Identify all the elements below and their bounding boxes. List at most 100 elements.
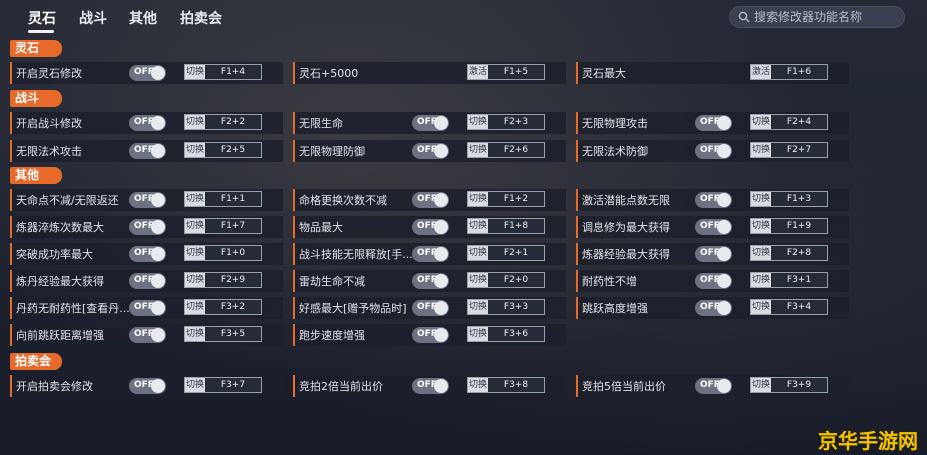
toggle-switch[interactable]: OFF [695, 219, 732, 235]
hotkey-combo: F1+5 [503, 67, 529, 77]
search-input[interactable] [754, 9, 902, 25]
toggle-switch[interactable]: OFF [412, 143, 449, 159]
cheat-row: 炼器淬炼次数最大 OFF 切换 F1+7 [10, 216, 283, 238]
hotkey-action-label: 切换 [468, 192, 488, 206]
cheat-label: 无限物理防御 [299, 145, 365, 158]
toggle-switch[interactable]: OFF [412, 192, 449, 208]
hotkey-box[interactable]: 切换 F2+4 [750, 114, 828, 130]
toggle-switch[interactable]: OFF [129, 192, 166, 208]
cheat-row: 竞拍2倍当前出价 OFF 切换 F3+8 [293, 375, 566, 397]
hotkey-box[interactable]: 切换 F1+3 [750, 191, 828, 207]
hotkey-box[interactable]: 切换 F2+1 [467, 245, 545, 261]
hotkey-box[interactable]: 切换 F3+7 [184, 377, 262, 393]
hotkey-box[interactable]: 切换 F3+3 [467, 299, 545, 315]
hotkey-box[interactable]: 切换 F2+6 [467, 142, 545, 158]
hotkey-action-label: 切换 [751, 300, 771, 314]
toggle-knob [717, 144, 731, 158]
hotkey-box[interactable]: 切换 F3+9 [750, 377, 828, 393]
hotkey-action-label: 切换 [751, 378, 771, 392]
cheat-row: 竞拍5倍当前出价 OFF 切换 F3+9 [576, 375, 849, 397]
hotkey-box[interactable]: 激活 F1+6 [750, 64, 828, 80]
toggle-switch[interactable]: OFF [129, 327, 166, 343]
hotkey-combo: F2+0 [503, 275, 529, 285]
hotkey-box[interactable]: 切换 F3+1 [750, 272, 828, 288]
hotkey-combo: F1+8 [503, 221, 529, 231]
cheat-label: 无限法术防御 [582, 145, 648, 158]
toggle-switch[interactable]: OFF [695, 192, 732, 208]
hotkey-box[interactable]: 切换 F2+7 [750, 142, 828, 158]
hotkey-box[interactable]: 切换 F1+4 [184, 64, 262, 80]
hotkey-box[interactable]: 切换 F1+2 [467, 191, 545, 207]
hotkey-combo: F2+6 [503, 145, 529, 155]
toggle-switch[interactable]: OFF [129, 300, 166, 316]
cheat-label: 跑步速度增强 [299, 329, 365, 342]
hotkey-action-label: 切换 [751, 143, 771, 157]
cheat-row: 开启拍卖会修改 OFF 切换 F3+7 [10, 375, 283, 397]
hotkey-action-label: 切换 [185, 378, 205, 392]
toggle-switch[interactable]: OFF [695, 378, 732, 394]
toggle-switch[interactable]: OFF [129, 273, 166, 289]
toggle-switch[interactable]: OFF [129, 115, 166, 131]
cheat-row: 命格更换次数不减 OFF 切换 F1+2 [293, 189, 566, 211]
cheat-row: 无限法术攻击 OFF 切换 F2+5 [10, 140, 283, 162]
watermark-logo: 京华手游网 [818, 429, 918, 453]
toggle-switch[interactable]: OFF [412, 246, 449, 262]
hotkey-box[interactable]: 切换 F3+5 [184, 326, 262, 342]
hotkey-action-label: 切换 [468, 378, 488, 392]
toggle-switch[interactable]: OFF [129, 246, 166, 262]
tab-lingshi[interactable]: 灵石 [28, 8, 56, 28]
cheat-row: 好感最大[赠予物品时] OFF 切换 F3+3 [293, 297, 566, 319]
toggle-switch[interactable]: OFF [412, 115, 449, 131]
hotkey-box[interactable]: 切换 F3+8 [467, 377, 545, 393]
toggle-knob [434, 144, 448, 158]
cheat-row: 战斗技能无限释放[手... OFF 切换 F2+1 [293, 243, 566, 265]
cheat-row: 丹药无耐药性[查看丹... OFF 切换 F3+2 [10, 297, 283, 319]
hotkey-action-label: 切换 [185, 300, 205, 314]
tab-battle[interactable]: 战斗 [79, 8, 107, 28]
hotkey-box[interactable]: 切换 F3+4 [750, 299, 828, 315]
hotkey-box[interactable]: 切换 F1+7 [184, 218, 262, 234]
hotkey-box[interactable]: 切换 F2+2 [184, 114, 262, 130]
hotkey-combo: F2+8 [786, 248, 812, 258]
search-box[interactable] [729, 6, 905, 28]
top-bar: 灵石 战斗 其他 拍卖会 [0, 0, 927, 36]
toggle-switch[interactable]: OFF [129, 65, 166, 81]
toggle-switch[interactable]: OFF [412, 219, 449, 235]
cheat-label: 跳跃高度增强 [582, 302, 648, 315]
hotkey-box[interactable]: 切换 F3+6 [467, 326, 545, 342]
toggle-switch[interactable]: OFF [129, 378, 166, 394]
toggle-switch[interactable]: OFF [695, 273, 732, 289]
hotkey-box[interactable]: 切换 F2+9 [184, 272, 262, 288]
hotkey-box[interactable]: 激活 F1+5 [467, 64, 545, 80]
hotkey-combo: F1+0 [220, 248, 246, 258]
toggle-switch[interactable]: OFF [129, 219, 166, 235]
hotkey-action-label: 切换 [185, 192, 205, 206]
toggle-switch[interactable]: OFF [695, 300, 732, 316]
hotkey-box[interactable]: 切换 F1+0 [184, 245, 262, 261]
hotkey-combo: F3+2 [220, 302, 246, 312]
toggle-switch[interactable]: OFF [412, 273, 449, 289]
toggle-switch[interactable]: OFF [412, 378, 449, 394]
toggle-knob [717, 301, 731, 315]
hotkey-box[interactable]: 切换 F1+1 [184, 191, 262, 207]
hotkey-box[interactable]: 切换 F2+3 [467, 114, 545, 130]
toggle-switch[interactable]: OFF [695, 115, 732, 131]
cheat-label: 竞拍2倍当前出价 [299, 380, 383, 393]
toggle-knob [717, 193, 731, 207]
toggle-switch[interactable]: OFF [412, 327, 449, 343]
toggle-knob [434, 193, 448, 207]
hotkey-action-label: 切换 [468, 143, 488, 157]
hotkey-box[interactable]: 切换 F2+0 [467, 272, 545, 288]
toggle-switch[interactable]: OFF [129, 143, 166, 159]
hotkey-box[interactable]: 切换 F2+8 [750, 245, 828, 261]
toggle-switch[interactable]: OFF [412, 300, 449, 316]
hotkey-box[interactable]: 切换 F3+2 [184, 299, 262, 315]
hotkey-box[interactable]: 切换 F2+5 [184, 142, 262, 158]
cheat-label: 开启灵石修改 [16, 67, 82, 80]
tab-other[interactable]: 其他 [129, 8, 157, 28]
hotkey-box[interactable]: 切换 F1+8 [467, 218, 545, 234]
toggle-switch[interactable]: OFF [695, 246, 732, 262]
toggle-switch[interactable]: OFF [695, 143, 732, 159]
hotkey-box[interactable]: 切换 F1+9 [750, 218, 828, 234]
tab-auction[interactable]: 拍卖会 [180, 8, 222, 28]
